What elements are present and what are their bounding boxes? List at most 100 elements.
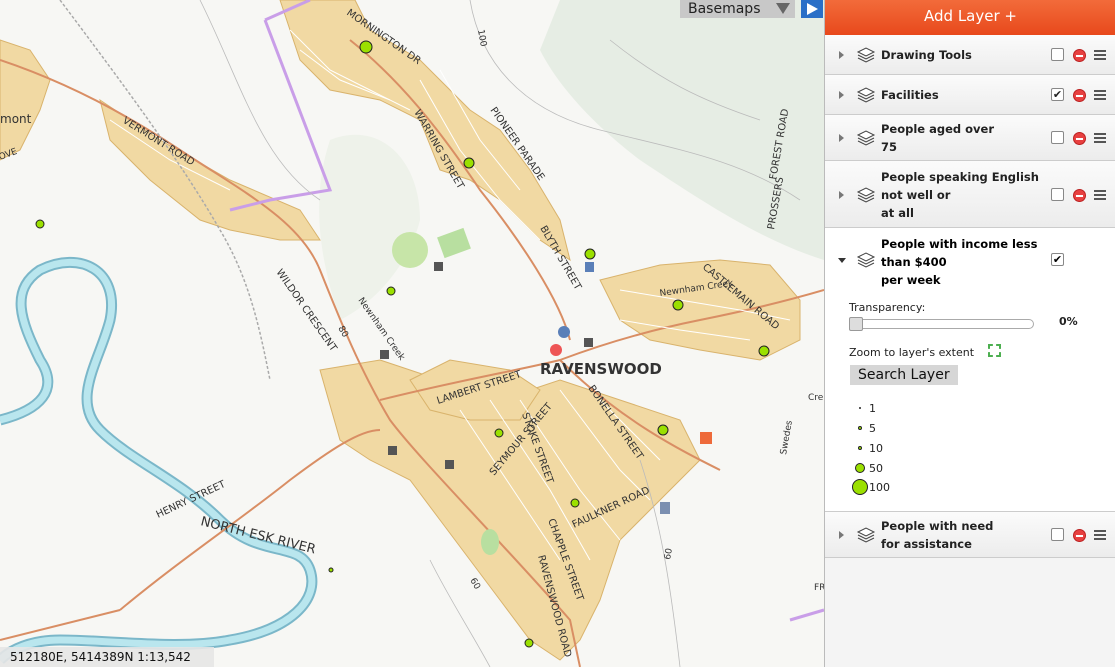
basemaps-button[interactable]: Basemaps <box>680 0 795 18</box>
app-root: RAVENSWOOD NORTH ESK RIVER Newnham Creek… <box>0 0 1115 667</box>
collapse-icon[interactable] <box>838 258 846 263</box>
slider-handle[interactable] <box>849 317 863 331</box>
legend-symbol <box>858 426 862 430</box>
creek-label-3: Swedes <box>779 419 795 455</box>
house-icon-1[interactable] <box>434 262 443 271</box>
map-canvas[interactable]: RAVENSWOOD NORTH ESK RIVER Newnham Creek… <box>0 0 824 667</box>
menu-icon[interactable] <box>1094 90 1106 100</box>
expand-icon[interactable] <box>839 91 844 99</box>
menu-icon[interactable] <box>1094 530 1106 540</box>
fire-station-icon[interactable] <box>700 432 712 444</box>
layer-item-income-expanded: People with income less than $400 per week… <box>825 228 1115 512</box>
layer-item-2[interactable]: Facilities ✔ <box>825 75 1115 115</box>
zoom-to-extent-label[interactable]: Zoom to layer's extent <box>849 346 974 359</box>
data-point-10[interactable] <box>35 219 45 229</box>
parking-icon[interactable] <box>558 326 570 338</box>
layer-visibility-checkbox[interactable] <box>1051 187 1064 201</box>
layer-visibility-checkbox[interactable] <box>1051 528 1064 541</box>
coordinate-readout: 512180E, 5414389N 1:13,542 <box>0 647 214 667</box>
layer-item-6[interactable]: People with need for assistance <box>825 512 1115 558</box>
contour-label-100: 100 <box>475 29 488 48</box>
layer-title: for assistance <box>881 537 972 551</box>
terrain-shade-2 <box>319 134 420 320</box>
legend-symbol <box>852 479 868 495</box>
legend-label: 100 <box>869 481 890 494</box>
transparency-slider[interactable] <box>849 317 1034 331</box>
layer-title-line: People with income less <box>881 237 1038 251</box>
police-icon[interactable] <box>585 262 594 272</box>
contour-label-60: 60 <box>467 577 482 592</box>
menu-icon[interactable] <box>1094 189 1106 200</box>
remove-icon[interactable] <box>1073 188 1086 202</box>
expand-icon[interactable] <box>839 134 844 142</box>
layer-title-line: than $400 <box>881 255 947 269</box>
legend-symbol <box>858 446 862 450</box>
search-layer-button[interactable]: Search Layer <box>850 365 958 385</box>
legend-label: 50 <box>869 462 883 475</box>
data-point-1[interactable] <box>359 40 373 54</box>
legend-label: 5 <box>869 422 876 435</box>
house-icon-5[interactable] <box>584 338 593 347</box>
data-point-8[interactable] <box>657 424 669 436</box>
remove-icon[interactable] <box>1073 132 1086 145</box>
layer-panel: Add Layer + Drawing Tools Facilities ✔ Peop… <box>824 0 1115 667</box>
road-label-frc: FRC <box>814 583 824 593</box>
layers-icon <box>856 186 876 203</box>
house-icon-3[interactable] <box>388 446 397 455</box>
remove-icon[interactable] <box>1073 529 1086 542</box>
transparency-value: 0% <box>1059 315 1078 328</box>
park-1 <box>392 232 428 268</box>
data-point-12[interactable] <box>524 638 534 648</box>
menu-icon[interactable] <box>1094 50 1106 60</box>
layer-visibility-checkbox[interactable]: ✔ <box>1051 88 1064 101</box>
layer-item-1[interactable]: Drawing Tools <box>825 35 1115 75</box>
basemaps-label: Basemaps <box>688 1 761 17</box>
data-point-2[interactable] <box>463 157 475 169</box>
legend-symbol <box>859 407 861 409</box>
layer-title: Drawing Tools <box>881 48 972 62</box>
remove-icon[interactable] <box>1073 49 1086 62</box>
layer-title-line: per week <box>881 273 941 287</box>
data-point-6[interactable] <box>386 286 396 296</box>
legend-label: 1 <box>869 402 876 415</box>
layer-visibility-checkbox[interactable] <box>1051 48 1064 61</box>
town-label: RAVENSWOOD <box>540 360 662 378</box>
data-point-9[interactable] <box>570 498 580 508</box>
layer-list: Drawing Tools Facilities ✔ People aged over… <box>825 35 1115 558</box>
data-point-11[interactable] <box>328 567 334 573</box>
expand-icon[interactable] <box>839 531 844 539</box>
data-point-4[interactable] <box>672 299 684 311</box>
expand-icon[interactable] <box>839 51 844 59</box>
layer-item-4[interactable]: People speaking English not well or at all <box>825 161 1115 228</box>
data-point-7[interactable] <box>494 428 504 438</box>
zoom-extent-icon[interactable] <box>988 344 1001 357</box>
remove-icon[interactable] <box>1073 89 1086 102</box>
add-layer-button[interactable]: Add Layer + <box>825 0 1115 35</box>
creek-label-4: Cre <box>808 393 824 403</box>
park-3 <box>481 529 499 555</box>
park-2 <box>437 227 471 259</box>
layer-visibility-checkbox[interactable]: ✔ <box>1051 253 1064 266</box>
collapse-panel-button[interactable] <box>801 0 823 18</box>
menu-icon[interactable] <box>1094 133 1106 143</box>
contour-label-60b: 60 <box>663 547 675 560</box>
layers-icon <box>856 130 876 146</box>
data-point-3[interactable] <box>584 248 596 260</box>
layer-title: 75 <box>881 140 898 154</box>
data-point-5[interactable] <box>758 345 770 357</box>
legend-label: 10 <box>869 442 883 455</box>
place-label-vermont: mont <box>0 112 32 126</box>
layer-visibility-checkbox[interactable] <box>1051 131 1064 144</box>
map-view[interactable]: RAVENSWOOD NORTH ESK RIVER Newnham Creek… <box>0 0 824 667</box>
transparency-label: Transparency: <box>849 301 926 314</box>
layer-title: People aged over <box>881 122 995 136</box>
layer-item-3[interactable]: People aged over 75 <box>825 115 1115 161</box>
river-outline <box>0 256 318 665</box>
layers-icon <box>856 47 876 63</box>
house-icon-2[interactable] <box>380 350 389 359</box>
layers-icon <box>856 527 876 543</box>
expand-icon[interactable] <box>839 190 844 199</box>
house-icon-4[interactable] <box>445 460 454 469</box>
school-icon[interactable] <box>660 502 670 514</box>
hospital-icon[interactable] <box>550 344 562 356</box>
